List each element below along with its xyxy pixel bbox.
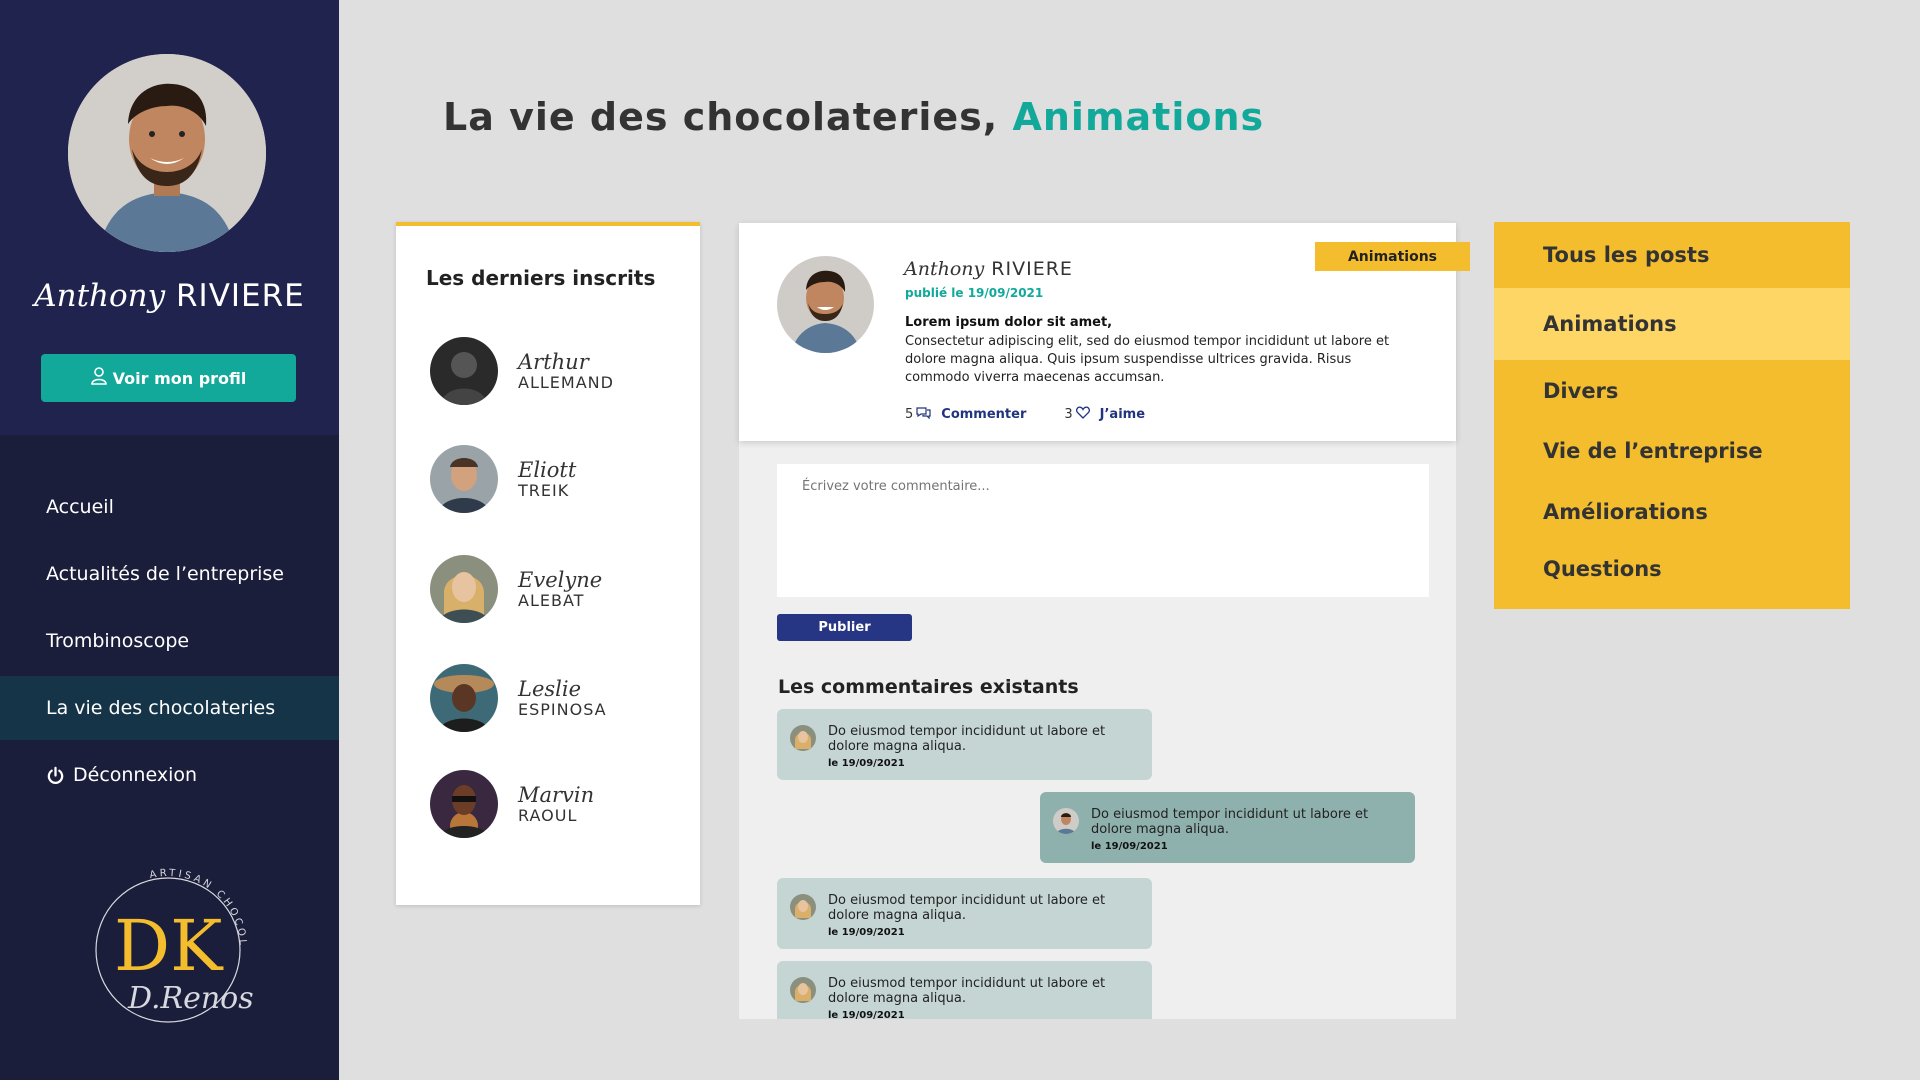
logo-signature: D.Renos (127, 981, 254, 1016)
view-profile-label: Voir mon profil (112, 368, 247, 388)
user-last-name: RIVIERE (176, 278, 305, 314)
main-nav: Accueil Actualités de l’entreprise Tromb… (0, 475, 339, 810)
member-last-name: RAOUL (518, 805, 578, 825)
comment-item: Do eiusmod tempor incididunt ut labore e… (777, 709, 1152, 780)
latest-members-title: Les derniers inscrits (426, 266, 656, 290)
nav-item-vie-des-chocolateries[interactable]: La vie des chocolateries (0, 676, 339, 740)
category-vie-entreprise[interactable]: Vie de l’entreprise (1494, 422, 1850, 480)
category-label: Questions (1543, 557, 1662, 581)
member-last-name: ESPINOSA (518, 699, 607, 719)
page-title-bold: La vie (443, 95, 576, 139)
nav-item-accueil[interactable]: Accueil (0, 475, 339, 539)
latest-members-card: Les derniers inscrits Arthur ALLEMAND Eli… (396, 222, 700, 905)
member-avatar (430, 770, 498, 838)
nav-item-label: Actualités de l’entreprise (46, 563, 284, 585)
category-label: Tous les posts (1543, 243, 1710, 267)
page-title-accent: Animations (1012, 95, 1265, 139)
nav-item-label: Accueil (46, 496, 114, 518)
category-questions[interactable]: Questions (1494, 544, 1850, 594)
member-item[interactable]: Arthur ALLEMAND (430, 336, 690, 406)
member-first-name: Eliott (518, 457, 577, 482)
member-avatar (430, 664, 498, 732)
nav-item-actualites[interactable]: Actualités de l’entreprise (0, 542, 339, 606)
user-name: Anthony RIVIERE (0, 278, 339, 314)
member-last-name: TREIK (518, 480, 570, 500)
view-profile-button[interactable]: Voir mon profil (41, 354, 296, 402)
comment-date: le 19/09/2021 (828, 1010, 905, 1019)
comment-item: Do eiusmod tempor incididunt ut labore e… (777, 961, 1152, 1019)
page-title-regular: des chocolateries, (575, 95, 1013, 139)
member-item[interactable]: Marvin RAOUL (430, 769, 690, 839)
sidebar: Anthony RIVIERE Voir mon profil Accueil … (0, 0, 339, 1080)
nav-item-label: Trombinoscope (46, 630, 190, 652)
member-item[interactable]: Eliott TREIK (430, 444, 690, 514)
user-icon (90, 367, 107, 389)
member-first-name: Marvin (518, 782, 595, 807)
comment-text: Do eiusmod tempor incididunt ut labore e… (828, 724, 1106, 754)
member-item[interactable]: Leslie ESPINOSA (430, 663, 690, 733)
power-icon (46, 766, 65, 785)
comments-list[interactable]: Do eiusmod tempor incididunt ut labore e… (739, 223, 1456, 1019)
comment-item: Do eiusmod tempor incididunt ut labore e… (777, 878, 1152, 949)
category-label: Animations (1543, 312, 1677, 336)
comment-date: le 19/09/2021 (828, 927, 905, 938)
page-title: La vie des chocolateries, Animations (443, 95, 1264, 139)
user-avatar[interactable] (68, 54, 266, 252)
comment-item-mine: Do eiusmod tempor incididunt ut labore e… (1040, 792, 1415, 863)
member-last-name: ALLEMAND (518, 372, 614, 392)
nav-item-trombinoscope[interactable]: Trombinoscope (0, 609, 339, 673)
sidebar-profile-panel: Anthony RIVIERE Voir mon profil (0, 0, 339, 435)
member-last-name: ALEBAT (518, 590, 585, 610)
comment-avatar (790, 725, 816, 751)
comment-avatar (790, 977, 816, 1003)
comment-text: Do eiusmod tempor incididunt ut labore e… (828, 976, 1106, 1006)
member-first-name: Leslie (518, 676, 582, 701)
category-divers[interactable]: Divers (1494, 360, 1850, 422)
member-avatar (430, 337, 498, 405)
member-first-name: Arthur (518, 349, 589, 374)
comment-date: le 19/09/2021 (828, 758, 905, 769)
member-avatar (430, 445, 498, 513)
nav-item-deconnexion[interactable]: Déconnexion (0, 743, 339, 807)
comment-avatar (1053, 808, 1079, 834)
user-first-name: Anthony (34, 278, 166, 314)
comment-text: Do eiusmod tempor incididunt ut labore e… (1091, 807, 1369, 837)
company-logo: ARTISAN CHOCOLATIER DK D.Renos (62, 850, 268, 1028)
category-animations[interactable]: Animations (1494, 288, 1850, 360)
nav-item-label: Déconnexion (73, 764, 198, 786)
category-label: Divers (1543, 379, 1619, 403)
member-item[interactable]: Evelyne ALEBAT (430, 554, 690, 624)
category-ameliorations[interactable]: Améliorations (1494, 480, 1850, 544)
member-first-name: Evelyne (518, 567, 603, 592)
comment-avatar (790, 894, 816, 920)
category-menu: Tous les posts Animations Divers Vie de … (1494, 222, 1850, 609)
comment-date: le 19/09/2021 (1091, 841, 1168, 852)
comment-text: Do eiusmod tempor incididunt ut labore e… (828, 893, 1106, 923)
category-all-posts[interactable]: Tous les posts (1494, 222, 1850, 288)
category-label: Vie de l’entreprise (1543, 439, 1763, 463)
nav-item-label: La vie des chocolateries (46, 697, 276, 719)
category-label: Améliorations (1543, 500, 1708, 524)
logo-initials: DK (114, 905, 224, 987)
member-avatar (430, 555, 498, 623)
